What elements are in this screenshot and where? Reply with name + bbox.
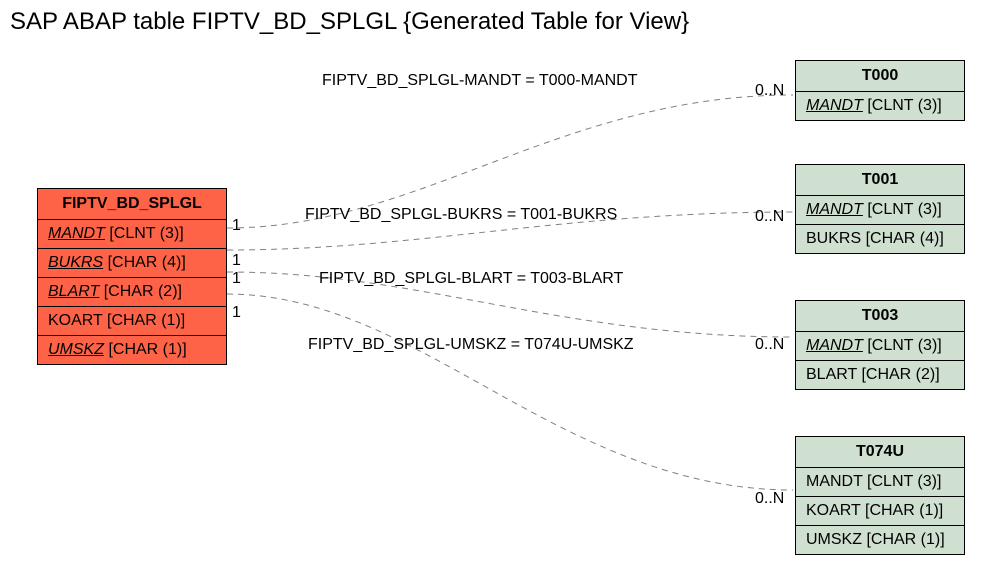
entity-t074u: T074U MANDT [CLNT (3)] KOART [CHAR (1)] … [795, 436, 965, 555]
cardinality-right: 0..N [755, 490, 784, 508]
relation-label: FIPTV_BD_SPLGL-BLART = T003-BLART [319, 270, 623, 288]
entity-field: MANDT [CLNT (3)] [796, 92, 964, 120]
entity-header: T003 [796, 301, 964, 332]
cardinality-right: 0..N [755, 82, 784, 100]
entity-t000: T000 MANDT [CLNT (3)] [795, 60, 965, 121]
entity-field: UMSKZ [CHAR (1)] [38, 336, 226, 364]
entity-field: BUKRS [CHAR (4)] [796, 225, 964, 253]
entity-t001: T001 MANDT [CLNT (3)] BUKRS [CHAR (4)] [795, 164, 965, 254]
cardinality-left: 1 [232, 217, 241, 235]
cardinality-left: 1 [232, 304, 241, 322]
entity-field: MANDT [CLNT (3)] [796, 468, 964, 497]
entity-field: MANDT [CLNT (3)] [796, 332, 964, 361]
entity-field: BLART [CHAR (2)] [796, 361, 964, 389]
entity-field: KOART [CHAR (1)] [796, 497, 964, 526]
entity-field: UMSKZ [CHAR (1)] [796, 526, 964, 554]
entity-header: T074U [796, 437, 964, 468]
entity-header: T000 [796, 61, 964, 92]
cardinality-left: 1 [232, 252, 241, 270]
entity-field: BLART [CHAR (2)] [38, 278, 226, 307]
cardinality-right: 0..N [755, 208, 784, 226]
relation-label: FIPTV_BD_SPLGL-BUKRS = T001-BUKRS [305, 206, 617, 224]
entity-fiptv-bd-splgl: FIPTV_BD_SPLGL MANDT [CLNT (3)] BUKRS [C… [37, 188, 227, 365]
entity-field: MANDT [CLNT (3)] [796, 196, 964, 225]
cardinality-left: 1 [232, 270, 241, 288]
entity-t003: T003 MANDT [CLNT (3)] BLART [CHAR (2)] [795, 300, 965, 390]
entity-field: KOART [CHAR (1)] [38, 307, 226, 336]
entity-header: T001 [796, 165, 964, 196]
relation-label: FIPTV_BD_SPLGL-MANDT = T000-MANDT [322, 72, 638, 90]
entity-header: FIPTV_BD_SPLGL [38, 189, 226, 220]
page-title: SAP ABAP table FIPTV_BD_SPLGL {Generated… [10, 8, 689, 36]
relation-label: FIPTV_BD_SPLGL-UMSKZ = T074U-UMSKZ [308, 336, 634, 354]
entity-field: MANDT [CLNT (3)] [38, 220, 226, 249]
cardinality-right: 0..N [755, 336, 784, 354]
entity-field: BUKRS [CHAR (4)] [38, 249, 226, 278]
